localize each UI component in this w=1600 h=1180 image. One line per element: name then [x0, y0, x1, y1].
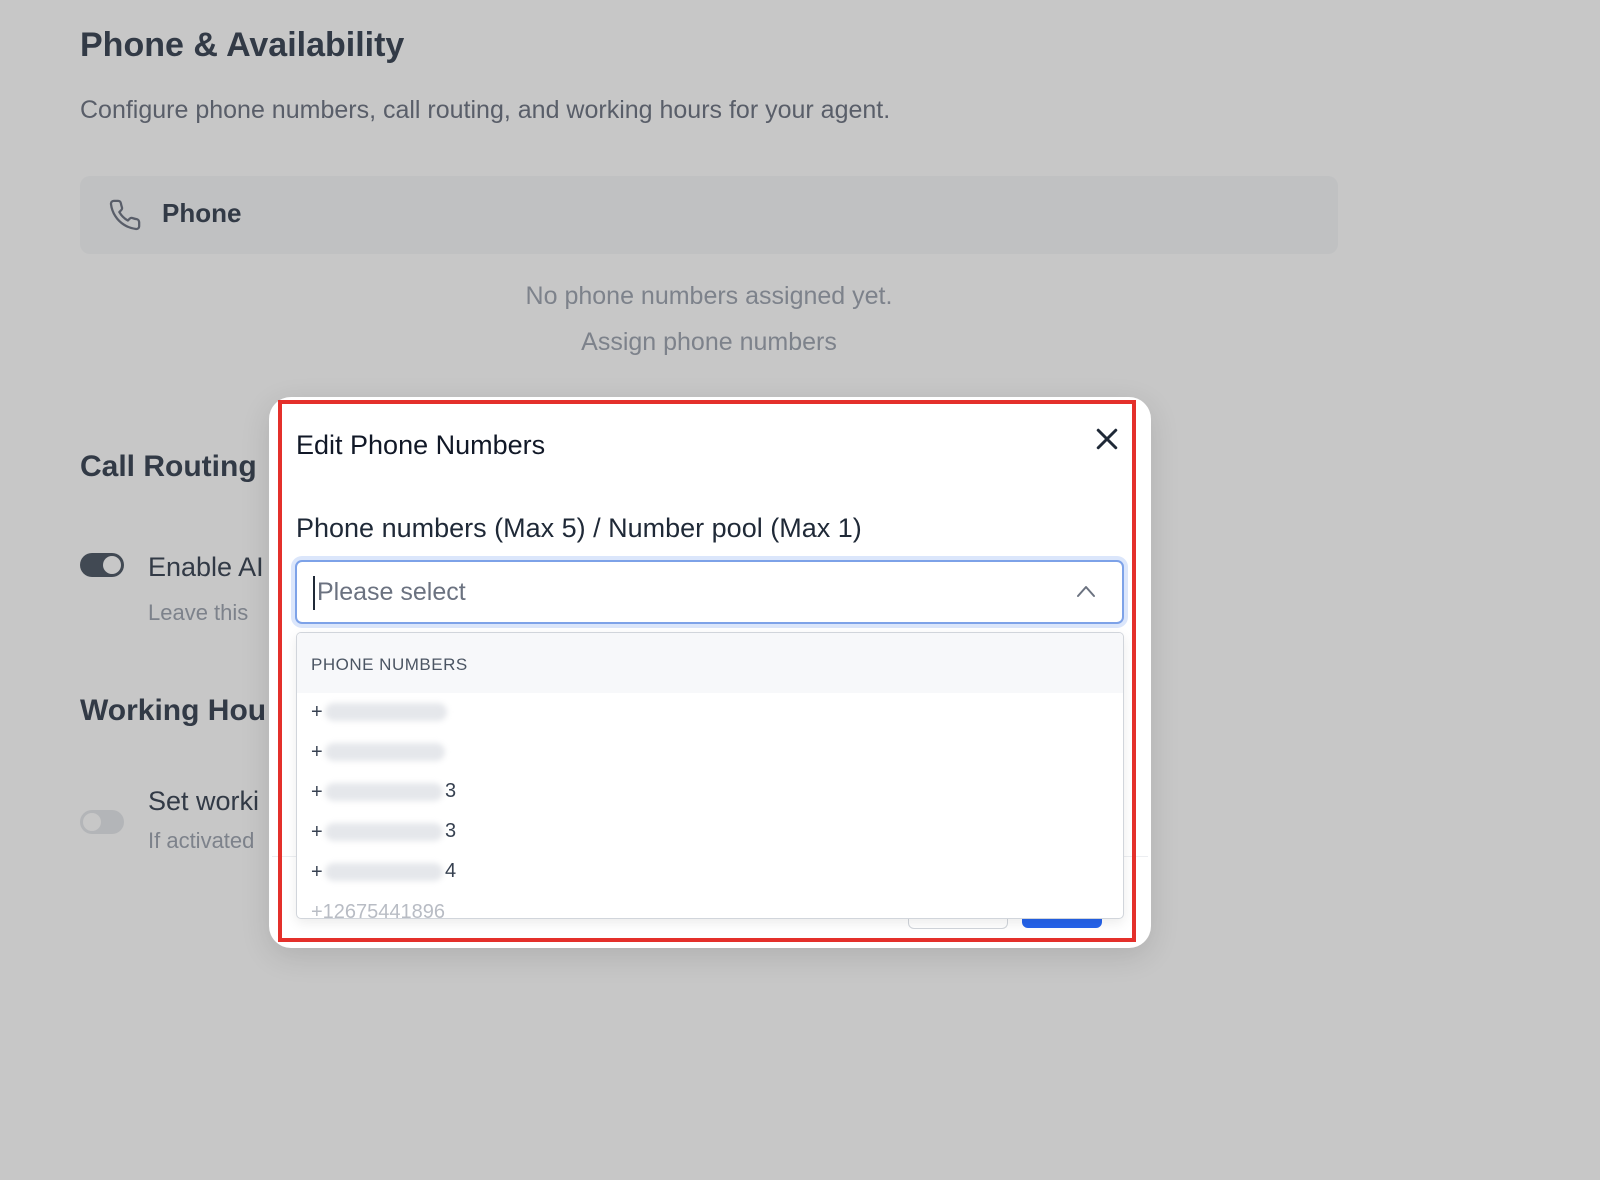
- phone-option[interactable]: +: [297, 695, 1123, 735]
- phone-option-tail: 3: [445, 780, 457, 802]
- redacted-number: [325, 743, 445, 761]
- phone-option-tail: 3: [445, 820, 457, 842]
- close-icon[interactable]: [1092, 424, 1122, 454]
- phone-option-text: +: [311, 741, 323, 763]
- phone-number-dropdown: PHONE NUMBERS + + + 3 + 3 + 4 +126754418…: [296, 632, 1124, 919]
- phone-option[interactable]: + 4: [297, 855, 1123, 895]
- dropdown-group-header: PHONE NUMBERS: [297, 633, 1123, 693]
- phone-numbers-field-label: Phone numbers (Max 5) / Number pool (Max…: [296, 513, 862, 543]
- chevron-up-icon: [1077, 586, 1095, 597]
- save-button[interactable]: [1022, 918, 1102, 928]
- modal-title: Edit Phone Numbers: [296, 430, 546, 460]
- phone-option-text: +: [311, 861, 323, 883]
- phone-option[interactable]: +: [297, 735, 1123, 775]
- redacted-number: [325, 823, 443, 841]
- phone-option[interactable]: + 3: [297, 815, 1123, 855]
- phone-number-select[interactable]: Please select: [295, 560, 1124, 624]
- phone-option[interactable]: + 3: [297, 775, 1123, 815]
- phone-option-text: +: [311, 821, 323, 843]
- select-placeholder: Please select: [317, 578, 466, 606]
- phone-option-tail: 4: [445, 860, 457, 882]
- group-header-label: PHONE NUMBERS: [311, 655, 468, 674]
- redacted-number: [325, 703, 447, 721]
- redacted-number: [325, 783, 443, 801]
- phone-option[interactable]: +12675441896: [297, 895, 1123, 919]
- phone-option-text: +: [311, 781, 323, 803]
- phone-option-text: +12675441896: [311, 901, 446, 919]
- text-cursor: [313, 576, 315, 610]
- phone-option-text: +: [311, 701, 323, 723]
- redacted-number: [325, 863, 443, 881]
